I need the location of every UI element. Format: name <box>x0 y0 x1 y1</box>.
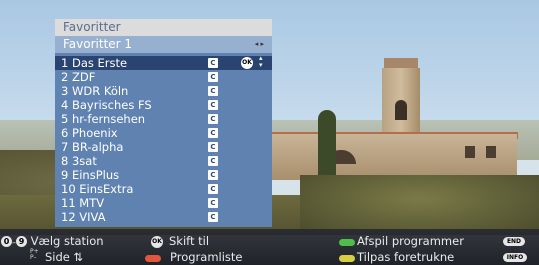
select-station-label: Vælg station <box>30 234 104 248</box>
program-list-label: Programliste <box>170 250 243 264</box>
bell-opening <box>395 100 407 120</box>
page-label: Side ⇅ <box>45 250 84 264</box>
channel-type-badge-icon: C <box>208 100 218 110</box>
channel-label: 10 EinsExtra <box>61 182 134 196</box>
channel-type-badge-icon: C <box>208 184 218 194</box>
left-right-arrows-icon[interactable]: ◂ ▸ <box>255 36 264 53</box>
channel-label: 9 EinsPlus <box>61 168 120 182</box>
favorites-list-name: Favoritter 1 <box>63 37 133 51</box>
channel-label: 7 BR-alpha <box>61 140 124 154</box>
end-key-icon: END <box>503 237 525 246</box>
channel-row[interactable]: 4 Bayrisches FS C <box>55 98 272 112</box>
key-9-icon: 9 <box>16 236 27 247</box>
channel-label: 3 WDR Köln <box>61 84 129 98</box>
church-window <box>486 146 496 158</box>
channel-type-badge-icon: C <box>208 170 218 180</box>
ok-key-icon: OK <box>151 236 163 248</box>
channel-label: 11 MTV <box>61 196 105 210</box>
red-key-icon <box>145 255 161 262</box>
channel-type-badge-icon: C <box>208 58 218 68</box>
adjust-favorites-label: Tilpas foretrukne <box>357 250 455 264</box>
channel-row[interactable]: 5 hr-fernsehen C <box>55 112 272 126</box>
favorites-list-selector[interactable]: Favoritter 1 ◂ ▸ <box>55 36 272 53</box>
info-key-icon: INFO <box>503 253 527 262</box>
channel-row[interactable]: 7 BR-alpha C <box>55 140 272 154</box>
page-key-icon: P+ P– <box>30 248 39 261</box>
channel-type-badge-icon: C <box>208 128 218 138</box>
channel-type-badge-icon: C <box>208 198 218 208</box>
channel-row[interactable]: 2 ZDF C <box>55 70 272 84</box>
channel-type-badge-icon: C <box>208 212 218 222</box>
channel-row[interactable]: 3 WDR Köln C <box>55 84 272 98</box>
channel-row[interactable]: 9 EinsPlus C <box>55 168 272 182</box>
green-key-icon <box>339 239 355 246</box>
ok-button-icon[interactable]: OK <box>241 57 253 69</box>
up-down-arrows-icon: ▴ ▾ <box>259 54 263 69</box>
channel-row[interactable]: 10 EinsExtra C <box>55 182 272 196</box>
channel-row[interactable]: 11 MTV C <box>55 196 272 210</box>
yellow-key-icon <box>339 255 355 262</box>
channel-row[interactable]: 8 3sat C <box>55 154 272 168</box>
channel-type-badge-icon: C <box>208 86 218 96</box>
select-station-help: 0–9 Vælg station <box>1 235 104 249</box>
channel-row[interactable]: 1 Das Erste C OK ▴ ▾ <box>55 54 272 70</box>
channel-type-badge-icon: C <box>208 114 218 124</box>
play-programs-label: Afspil programmer <box>357 234 464 248</box>
channel-label: 1 Das Erste <box>61 56 128 70</box>
channel-type-badge-icon: C <box>208 142 218 152</box>
channel-list: 1 Das Erste C OK ▴ ▾ 2 ZDF C 3 WDR Köln C 4 Bayri… <box>55 53 272 227</box>
switch-to-label: Skift til <box>169 234 210 248</box>
channel-label: 4 Bayrisches FS <box>61 98 152 112</box>
channel-label: 6 Phoenix <box>61 126 118 140</box>
channel-row[interactable]: 12 VIVA C <box>55 210 272 224</box>
channel-type-badge-icon: C <box>208 156 218 166</box>
church-window <box>465 146 475 158</box>
channel-label: 2 ZDF <box>61 70 96 84</box>
key-0-icon: 0 <box>1 236 12 247</box>
help-bar: 0–9 Vælg station OK Skift til Afspil pro… <box>0 229 539 265</box>
channel-label: 5 hr-fernsehen <box>61 112 146 126</box>
church-building <box>272 134 517 180</box>
channel-label: 8 3sat <box>61 154 97 168</box>
menu-title: Favoritter <box>55 19 272 36</box>
channel-type-badge-icon: C <box>208 72 218 82</box>
channel-label: 12 VIVA <box>61 210 106 224</box>
favorites-menu: Favoritter Favoritter 1 ◂ ▸ 1 Das Erste C… <box>55 19 272 227</box>
channel-row[interactable]: 6 Phoenix C <box>55 126 272 140</box>
trees-right <box>300 175 539 235</box>
